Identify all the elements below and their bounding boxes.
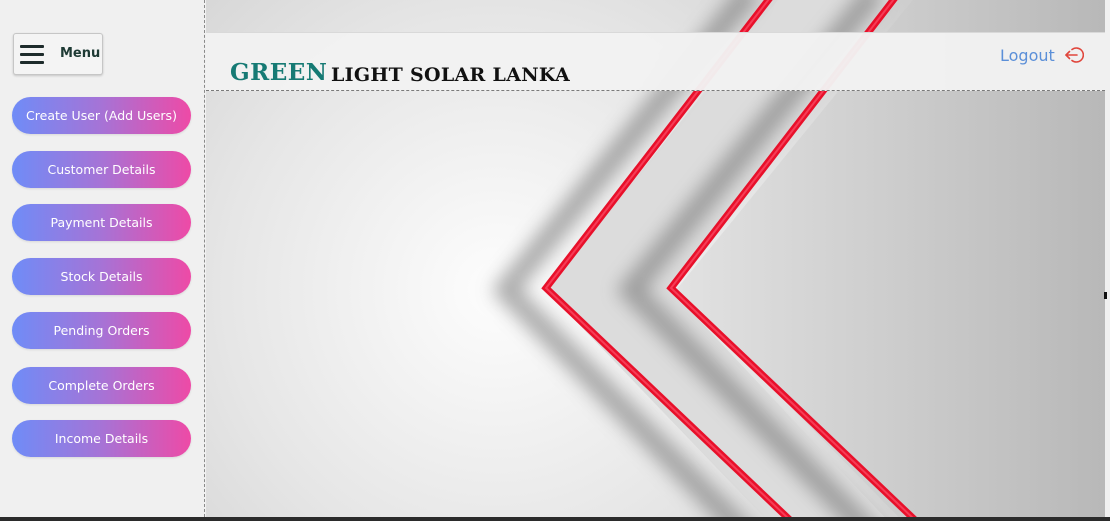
sidebar-item-customer-details[interactable]: Customer Details [12, 151, 191, 188]
sidebar-item-pending-orders[interactable]: Pending Orders [12, 312, 191, 349]
sidebar-item-label: Customer Details [47, 162, 156, 177]
brand-title: LIGHT SOLAR LANKA [331, 64, 571, 86]
logout-button[interactable]: Logout [1000, 45, 1084, 65]
sidebar-item-payment-details[interactable]: Payment Details [12, 204, 191, 241]
sidebar-item-income-details[interactable]: Income Details [12, 420, 191, 457]
sidebar-item-label: Pending Orders [53, 323, 150, 338]
menu-label: Menu [60, 46, 101, 61]
sidebar-item-create-user[interactable]: Create User (Add Users) [12, 97, 191, 134]
app-window: Menu Create User (Add Users) Customer De… [0, 0, 1110, 517]
sidebar: Menu Create User (Add Users) Customer De… [0, 0, 205, 517]
sidebar-item-label: Create User (Add Users) [26, 108, 177, 123]
top-header: GREEN LIGHT SOLAR LANKA Logout [206, 32, 1105, 91]
scroll-edge-marker [1104, 292, 1107, 299]
main-content: GREEN LIGHT SOLAR LANKA Logout [206, 0, 1105, 517]
hamburger-icon [20, 45, 44, 64]
brand-highlight: GREEN [230, 59, 328, 86]
sidebar-item-label: Stock Details [60, 269, 143, 284]
logout-label: Logout [1000, 45, 1055, 65]
sidebar-item-label: Payment Details [50, 215, 153, 230]
sidebar-item-label: Income Details [54, 431, 149, 446]
menu-toggle-button[interactable]: Menu [13, 33, 103, 75]
logout-icon [1064, 47, 1084, 63]
sidebar-item-complete-orders[interactable]: Complete Orders [12, 367, 191, 404]
sidebar-item-stock-details[interactable]: Stock Details [12, 258, 191, 295]
sidebar-item-label: Complete Orders [48, 378, 155, 393]
bottom-edge-bar [0, 517, 1110, 521]
